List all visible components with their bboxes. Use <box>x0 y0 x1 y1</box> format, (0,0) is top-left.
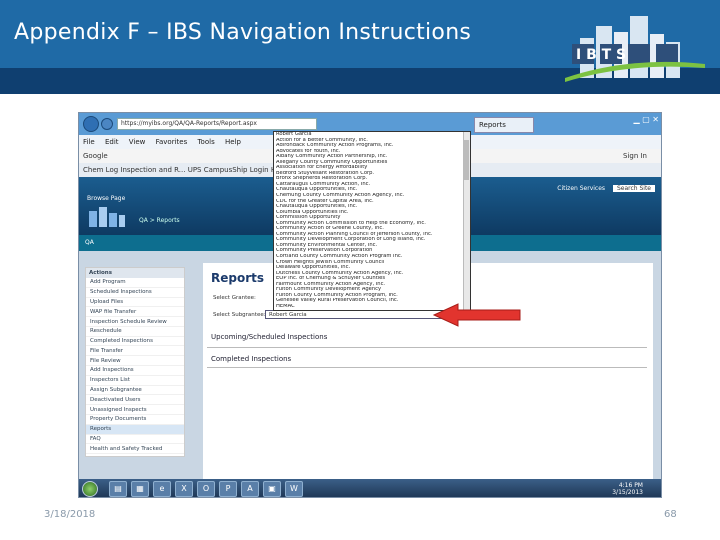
windows-taskbar: ▤ ▦ e X O P A ▣ W 4:16 PM 3/15/2013 <box>79 479 661 497</box>
slide-page-number: 68 <box>664 509 677 520</box>
sidebar-item[interactable]: Deactivated Users <box>86 395 184 406</box>
sidebar-item[interactable]: Property Documents <box>86 415 184 425</box>
taskbar-clock[interactable]: 4:16 PM 3/15/2013 <box>612 482 643 496</box>
window-controls-icon[interactable]: ▁ ▢ ✕ <box>634 115 660 124</box>
menu-help[interactable]: Help <box>225 138 241 146</box>
menu-tools[interactable]: Tools <box>197 138 214 146</box>
grantee-label: Select Grantee: <box>213 295 256 301</box>
divider <box>207 347 647 348</box>
sign-in-link[interactable]: Sign In <box>623 152 647 160</box>
google-label[interactable]: Google <box>83 152 108 160</box>
explorer-taskbar-icon[interactable]: ▤ <box>109 481 127 497</box>
sidebar-item[interactable]: Inspectors List <box>86 376 184 386</box>
forward-button[interactable] <box>101 118 113 130</box>
sidebar-item[interactable]: Add Inspections <box>86 366 184 376</box>
app-nav[interactable]: Browse Page <box>87 195 125 202</box>
breadcrumb[interactable]: QA > Reports <box>139 217 180 224</box>
divider <box>207 367 647 368</box>
sidebar-item[interactable]: Completed Inspections <box>86 337 184 347</box>
menu-favorites[interactable]: Favorites <box>156 138 188 146</box>
menu-view[interactable]: View <box>129 138 146 146</box>
scrollbar-thumb[interactable] <box>464 140 469 180</box>
app-right-links: Citizen Services Search Site <box>557 185 655 192</box>
clock-time: 4:16 PM <box>618 482 643 489</box>
upcoming-inspections-link[interactable]: Upcoming/Scheduled Inspections <box>211 333 327 341</box>
tab-reports[interactable]: Reports <box>474 117 534 133</box>
menu-file[interactable]: File <box>83 138 95 146</box>
page-title: Reports <box>211 271 265 285</box>
ibts-logo: I B T S <box>565 16 705 82</box>
clock-date: 3/15/2013 <box>612 489 643 496</box>
sidebar-item[interactable]: Assign Subgrantee <box>86 386 184 396</box>
back-button[interactable] <box>83 116 99 132</box>
completed-inspections-link[interactable]: Completed Inspections <box>211 355 291 363</box>
sidebar-item[interactable]: File Review <box>86 356 184 367</box>
citizen-services-link[interactable]: Citizen Services <box>557 185 605 192</box>
sidebar-item[interactable]: WAP file Transfer <box>86 307 184 318</box>
subgrantee-dropdown-list[interactable]: Robert Garcia Action for a Better Commun… <box>273 131 471 311</box>
section-label: QA <box>85 239 94 246</box>
dropdown-scrollbar[interactable] <box>463 132 470 310</box>
slide-title: Appendix F – IBS Navigation Instructions <box>14 20 472 45</box>
ie-taskbar-icon[interactable]: e <box>153 481 171 497</box>
sidebar-item[interactable]: File Transfer <box>86 346 184 357</box>
sidebar-item[interactable]: Upload Files <box>86 298 184 308</box>
outlook-taskbar-icon[interactable]: O <box>197 481 215 497</box>
start-button[interactable] <box>82 481 98 497</box>
menu-edit[interactable]: Edit <box>105 138 119 146</box>
sidebar-item[interactable]: Health and Safety Tracked <box>86 444 184 455</box>
powerpoint-taskbar-icon[interactable]: P <box>219 481 237 497</box>
sidebar-item[interactable]: Scheduled Inspections <box>86 288 184 298</box>
excel-taskbar-icon[interactable]: X <box>175 481 193 497</box>
sidebar-item[interactable]: Add Program <box>86 278 184 288</box>
address-bar[interactable]: https://myibs.org/QA/QA-Reports/Report.a… <box>117 118 317 130</box>
sidebar: Actions Add Program Scheduled Inspection… <box>85 267 185 457</box>
logo-lettering: I B T S <box>576 47 626 63</box>
app-taskbar-icon[interactable]: ▣ <box>263 481 281 497</box>
word-taskbar-icon[interactable]: W <box>285 481 303 497</box>
sidebar-item[interactable]: Unassigned Inspects <box>86 405 184 415</box>
access-taskbar-icon[interactable]: A <box>241 481 259 497</box>
sidebar-item[interactable]: Reschedule <box>86 327 184 337</box>
site-search-input[interactable]: Search Site <box>612 185 655 192</box>
browser-screenshot: https://myibs.org/QA/QA-Reports/Report.a… <box>78 112 662 498</box>
sidebar-item-reports[interactable]: Reports <box>86 424 184 435</box>
sidebar-title: Actions <box>86 268 184 278</box>
sidebar-item[interactable]: FAQ <box>86 435 184 445</box>
subgrantee-selected-value: Robert Garcia <box>269 312 307 318</box>
folder-taskbar-icon[interactable]: ▦ <box>131 481 149 497</box>
sidebar-item[interactable]: Inspection Schedule Review <box>86 317 184 327</box>
slide-date: 3/18/2018 <box>44 509 96 520</box>
red-arrow-icon <box>432 303 521 327</box>
app-logo-icon <box>89 207 125 227</box>
subgrantee-label: Select Subgrantee: <box>213 312 266 318</box>
